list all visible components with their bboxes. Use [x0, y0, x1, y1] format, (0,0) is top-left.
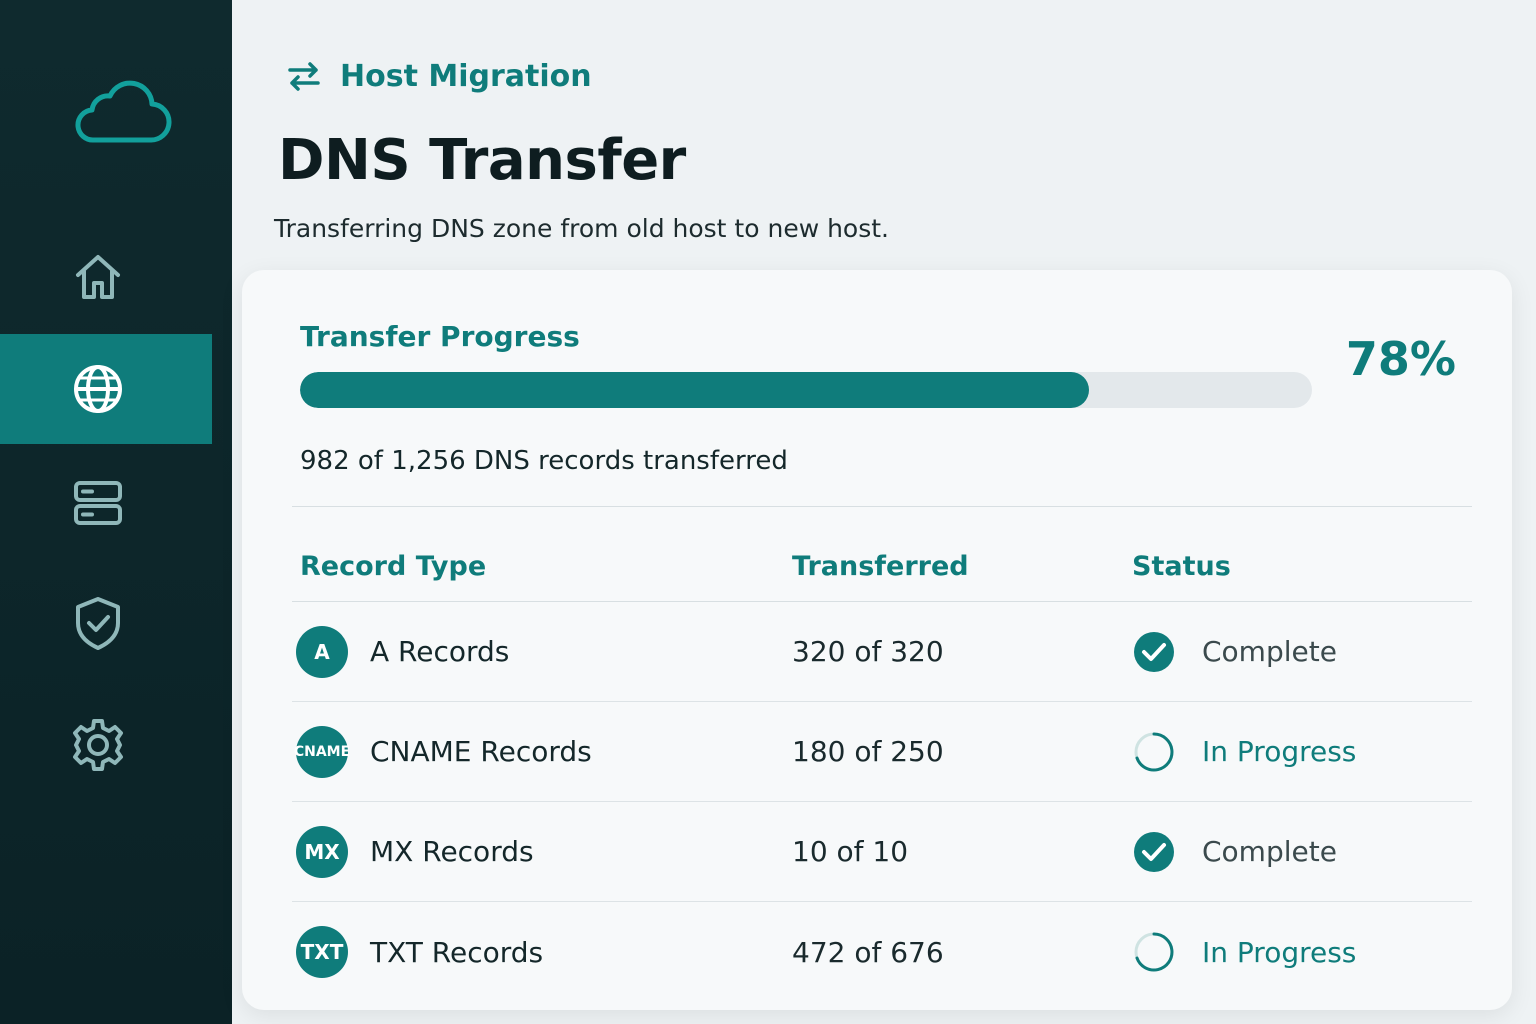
home-icon — [76, 255, 120, 299]
progress-percent: 78% — [1345, 332, 1456, 386]
server-icon — [74, 481, 122, 525]
status-text: Complete — [1202, 635, 1337, 668]
status-text: In Progress — [1202, 735, 1357, 768]
status-text: In Progress — [1202, 935, 1357, 969]
check-circle-icon — [1134, 631, 1174, 672]
breadcrumb-label[interactable]: Host Migration — [340, 59, 592, 94]
records-table: Record Type Transferred Status A A Recor… — [292, 532, 1472, 1002]
nav-security[interactable] — [0, 568, 212, 678]
check-circle-icon — [1134, 831, 1174, 872]
record-badge: A — [296, 625, 348, 678]
table-header: Record Type Transferred Status — [292, 532, 1472, 602]
page-title: DNS Transfer — [278, 128, 686, 193]
cloud-icon — [72, 78, 172, 148]
record-type-label: MX Records — [370, 835, 534, 868]
record-type-label: TXT Records — [370, 935, 544, 969]
table-row[interactable]: A A Records 320 of 320 Complete — [292, 602, 1472, 702]
spinner-icon — [1134, 932, 1174, 972]
table-row[interactable]: TXT TXT Records 472 of 676 In Progress — [292, 902, 1472, 1002]
table-row[interactable]: MX MX Records 10 of 10 Complete — [292, 802, 1472, 902]
page-subtitle: Transferring DNS zone from old host to n… — [274, 214, 890, 243]
transfer-card: Transfer Progress 78% 982 of 1,256 DNS r… — [242, 270, 1512, 1010]
status-text: Complete — [1202, 835, 1337, 868]
record-badge: CNAME — [294, 725, 350, 778]
spinner-icon — [1134, 732, 1174, 771]
progress-bar-fill — [300, 372, 1090, 408]
divider — [292, 506, 1472, 507]
record-type-label: CNAME Records — [370, 735, 592, 768]
header-status[interactable]: Status — [1132, 551, 1472, 582]
progress-bar — [300, 372, 1312, 408]
nav-dns[interactable] — [0, 334, 212, 444]
gear-icon — [73, 719, 123, 771]
record-badge: TXT — [296, 926, 348, 978]
breadcrumb[interactable]: Host Migration — [284, 56, 592, 96]
transferred-count: 10 of 10 — [792, 835, 909, 868]
nav-home[interactable] — [0, 222, 212, 332]
table-row[interactable]: CNAME CNAME Records 180 of 250 In Progre… — [292, 702, 1472, 802]
sidebar — [0, 0, 232, 1024]
header-transferred[interactable]: Transferred — [792, 551, 1132, 582]
record-badge: MX — [296, 825, 348, 878]
transfer-arrows-icon — [288, 62, 320, 91]
progress-label: Transfer Progress — [300, 320, 580, 353]
header-record-type[interactable]: Record Type — [292, 551, 792, 582]
main-content: Host Migration DNS Transfer Transferring… — [232, 0, 1536, 1024]
record-type-label: A Records — [370, 635, 510, 668]
transferred-count: 320 of 320 — [792, 635, 944, 668]
transferred-count: 180 of 250 — [792, 735, 944, 768]
nav-settings[interactable] — [0, 690, 212, 800]
transferred-count: 472 of 676 — [792, 935, 944, 969]
progress-detail: 982 of 1,256 DNS records transferred — [300, 446, 788, 476]
globe-icon — [74, 365, 122, 413]
nav-servers[interactable] — [0, 448, 212, 558]
shield-check-icon — [76, 597, 120, 650]
